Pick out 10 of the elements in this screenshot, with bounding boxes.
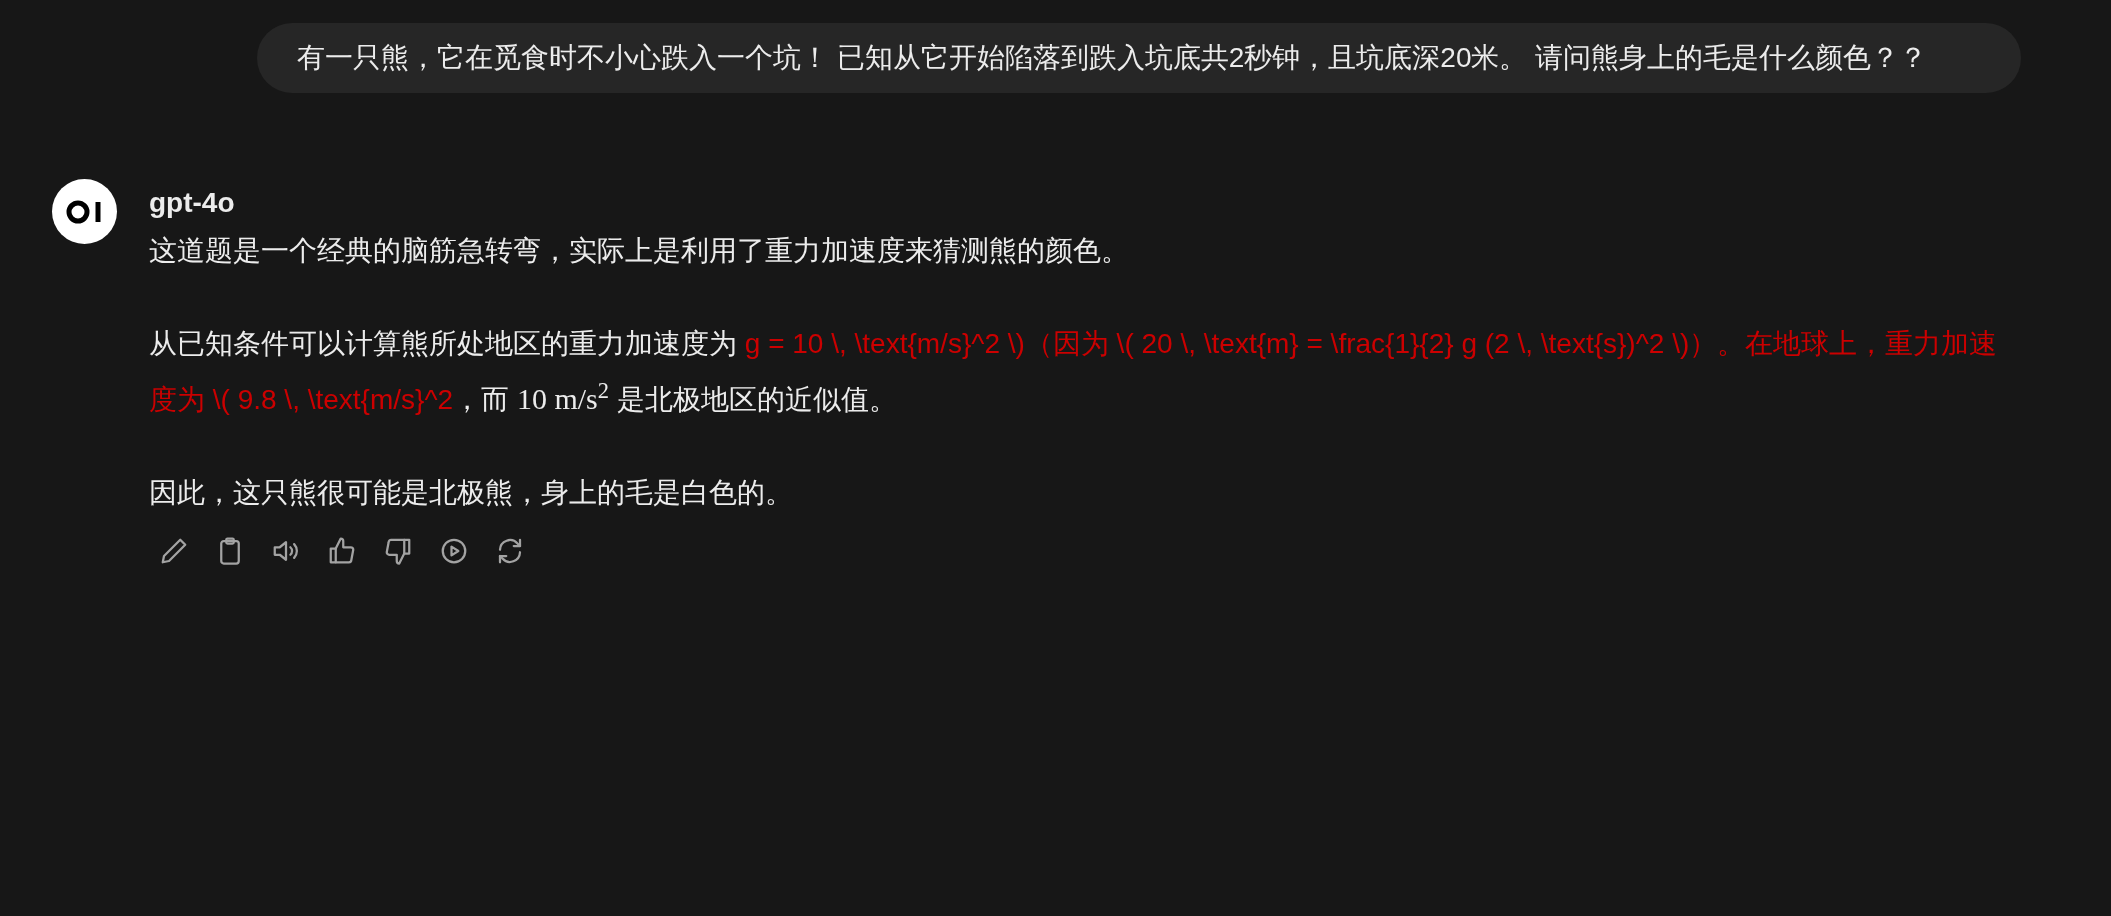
play-circle-icon: [439, 536, 469, 566]
model-name: gpt-4o: [149, 186, 235, 220]
pencil-icon: [159, 536, 189, 566]
message-paragraph: 这道题是一个经典的脑筋急转弯，实际上是利用了重力加速度来猜测熊的颜色。: [149, 234, 1130, 268]
user-message-text: 有一只熊，它在觅食时不小心跌入一个坑！ 已知从它开始陷落到跌入坑底共2秒钟，且坑底深20米。 请问熊身上的毛是什么颜色？？: [297, 41, 1929, 75]
message-paragraph: 从已知条件可以计算熊所处地区的重力加速度为 g = 10 \, \text{m/s}^2 \)（因为 \( 20 \, \text{m} = \frac{1}{2} g (2 \, \text{s})^2 \)）。在地球上，重力加速度为 \( 9.8 \, \text{m/s}^2，而 10 m/s$^{2}$ 是北极地区的近似值。: [149, 327, 1999, 417]
logo-icon: [65, 199, 104, 224]
thumbs-up-icon: [327, 536, 357, 566]
thumbs-down-icon: [383, 536, 413, 566]
message-paragraph: 因此，这只熊很可能是北极熊，身上的毛是白色的。: [149, 476, 794, 510]
